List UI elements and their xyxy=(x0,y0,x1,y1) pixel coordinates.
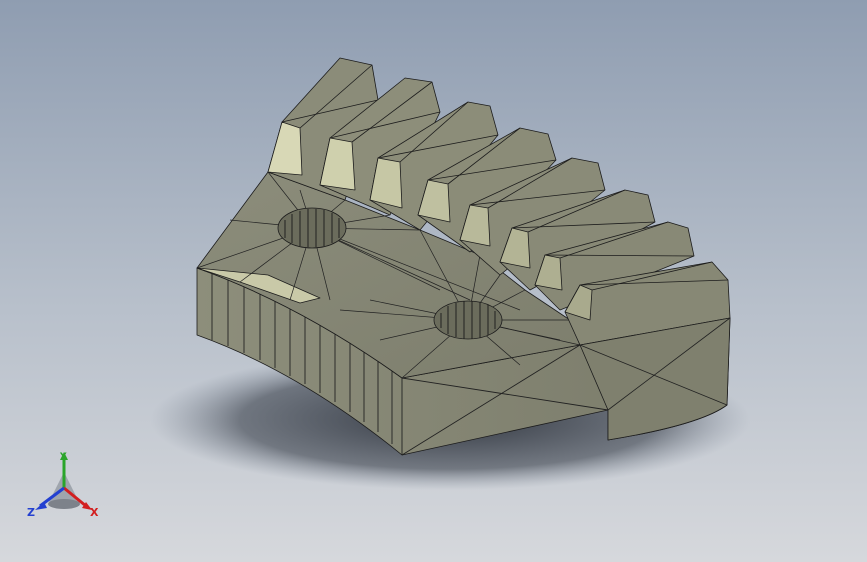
y-axis-label: Y xyxy=(59,452,67,462)
z-axis-label: Z xyxy=(27,506,35,519)
axis-triad: Y X Z xyxy=(27,452,99,519)
bolt-hole-1[interactable] xyxy=(277,207,347,249)
3d-viewport[interactable]: Y X Z xyxy=(0,0,867,562)
x-axis-label: X xyxy=(90,506,99,519)
bolt-hole-2[interactable] xyxy=(433,300,503,340)
model-render[interactable] xyxy=(0,0,867,562)
